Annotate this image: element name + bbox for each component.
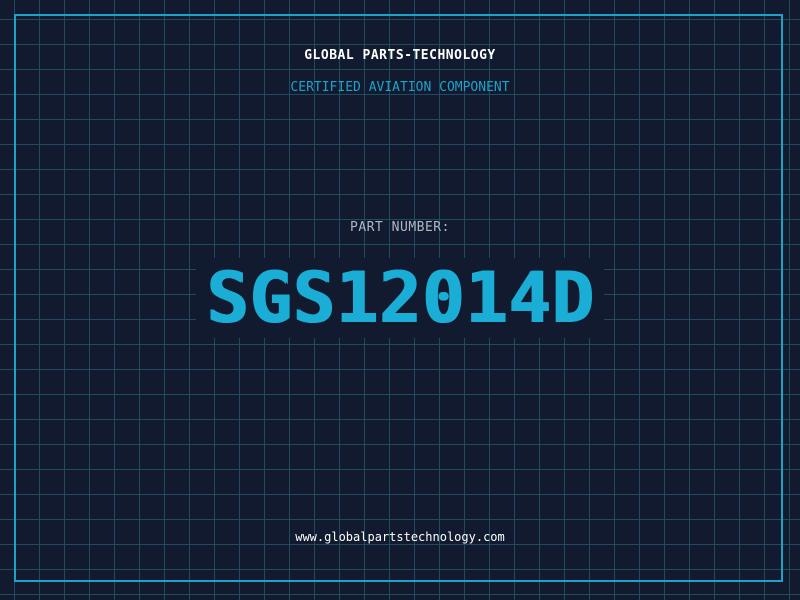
part-number-value: SGS12014D <box>205 257 595 339</box>
website-url: www.globalpartstechnology.com <box>295 530 505 544</box>
part-number-label: PART NUMBER: <box>350 220 450 235</box>
part-number-panel: SGS12014D <box>196 258 604 338</box>
company-name: GLOBAL PARTS-TECHNOLOGY <box>304 48 496 63</box>
certification-subtitle: CERTIFIED AVIATION COMPONENT <box>290 80 510 95</box>
